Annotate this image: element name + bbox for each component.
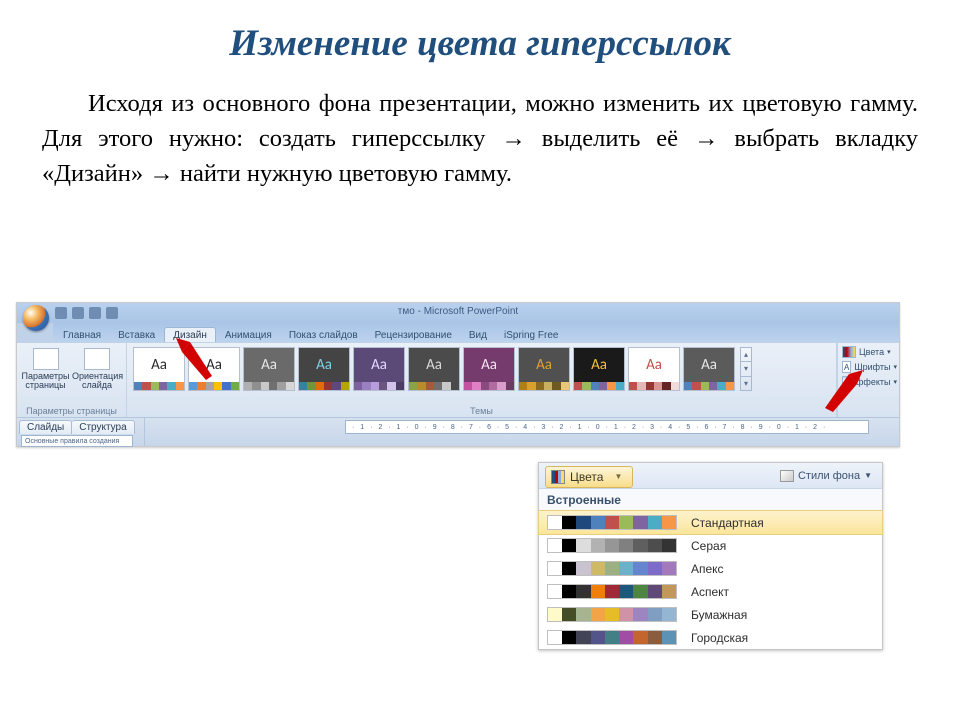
theme-colors-dropdown: Цвета ▼ Стили фона ▼ Встроенные Стандарт… [538,462,883,650]
chevron-down-icon: ▼ [614,472,622,481]
theme-thumbnail[interactable]: Aa [463,347,515,391]
color-swatch-strip [547,584,677,599]
theme-thumbnail[interactable]: Aa [683,347,735,391]
color-swatch-strip [547,630,677,645]
ribbon-tab-4[interactable]: Показ слайдов [281,328,366,342]
palette-icon [551,470,565,484]
group-themes: AaAaAaAaAaAaAaAaAaAaAa▴▾▾ Темы [127,343,837,417]
slide-body: Исходя из основного фона презентации, мо… [42,87,918,191]
theme-thumbnail[interactable]: Aa [408,347,460,391]
color-scheme-row[interactable]: Стандартная [539,511,882,534]
ribbon-tab-7[interactable]: iSpring Free [496,328,566,342]
pane-tab-0[interactable]: Слайды [19,420,72,434]
ribbon-tab-5[interactable]: Рецензирование [367,328,460,342]
slide-thumbnail-caption: Основные правила создания [21,435,133,447]
color-scheme-row[interactable]: Городская [539,626,882,649]
ribbon-tab-1[interactable]: Вставка [110,328,163,342]
colors-button-label: Цвета [570,470,603,484]
color-scheme-name: Апекс [691,562,724,576]
theme-thumbnail[interactable]: Aa [243,347,295,391]
color-swatch-strip [547,561,677,576]
color-scheme-row[interactable]: Апекс [539,557,882,580]
page-parameters-button[interactable]: Параметры страницы [21,348,70,391]
red-arrow-icon [172,336,218,382]
slide-title: Изменение цвета гиперссылок [0,22,960,65]
theme-thumbnail[interactable]: Aa [573,347,625,391]
color-scheme-name: Стандартная [691,516,764,530]
themes-gallery-spinner[interactable]: ▴▾▾ [740,347,752,391]
group-page-setup: Параметры страницы Ориентация слайда Пар… [17,343,127,417]
group-label-page-setup: Параметры страницы [21,406,122,417]
color-scheme-name: Бумажная [691,608,747,622]
color-scheme-name: Аспект [691,585,729,599]
ribbon-tab-0[interactable]: Главная [55,328,109,342]
theme-thumbnail[interactable]: Aa [298,347,350,391]
slide-orientation-button[interactable]: Ориентация слайда [72,348,122,391]
color-scheme-name: Городская [691,631,748,645]
powerpoint-ribbon-screenshot: тмо - Microsoft PowerPoint ГлавнаяВставк… [16,302,900,447]
color-swatch-strip [547,607,677,622]
group-label-themes: Темы [131,406,832,417]
red-arrow-icon [819,368,865,414]
chevron-down-icon: ▼ [864,471,872,480]
color-swatch-strip [547,538,677,553]
horizontal-ruler: · 1 · 2 · 1 · 0 · 9 · 8 · 7 · 6 · 5 · 4 … [345,420,869,434]
colors-section-header: Встроенные [539,489,882,511]
color-scheme-row[interactable]: Серая [539,534,882,557]
window-title: тмо - Microsoft PowerPoint [17,306,899,317]
color-scheme-row[interactable]: Аспект [539,580,882,603]
ribbon-tab-6[interactable]: Вид [461,328,495,342]
theme-colors-button[interactable]: Цвета ▾ [842,346,897,358]
color-scheme-row[interactable]: Бумажная [539,603,882,626]
color-scheme-name: Серая [691,539,726,553]
office-button[interactable] [23,305,49,331]
color-swatch-strip [547,515,677,530]
pane-tab-1[interactable]: Структура [72,420,134,434]
background-styles-icon [780,470,794,482]
theme-thumbnail[interactable]: Aa [353,347,405,391]
ribbon-tab-3[interactable]: Анимация [217,328,280,342]
colors-dropdown-button[interactable]: Цвета ▼ [545,466,633,488]
theme-thumbnail[interactable]: Aa [518,347,570,391]
theme-thumbnail[interactable]: Aa [628,347,680,391]
background-styles-button[interactable]: Стили фона ▼ [780,470,872,482]
